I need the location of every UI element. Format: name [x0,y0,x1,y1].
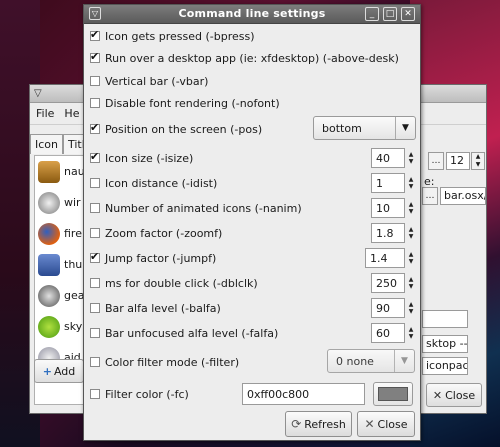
color-swatch [378,387,408,401]
more-button[interactable]: … [428,152,444,170]
option-filter[interactable]: Color filter mode (-filter) [90,351,239,373]
close-icon[interactable]: ✕ [401,7,415,21]
nautilus-icon [38,160,60,183]
text-field[interactable] [422,310,468,328]
option-nanim[interactable]: Number of animated icons (-nanim) [90,197,302,219]
plus-icon: + [42,364,52,378]
tab-icon[interactable]: Icon [30,134,63,154]
refresh-icon: ⟳ [291,417,302,431]
option-balfa[interactable]: Bar alfa level (-balfa) [90,297,221,319]
browse-button[interactable]: … [422,187,438,205]
option-bpress[interactable]: Icon gets pressed (-bpress) [90,25,255,47]
firefox-icon [38,222,60,245]
checkbox[interactable] [90,278,100,288]
close-icon: ✕ [432,388,443,402]
checkbox[interactable] [90,50,100,63]
maximize-icon[interactable]: □ [383,7,397,21]
stepper-arrows-icon[interactable]: ▲ ▼ [405,223,417,243]
checkbox[interactable] [90,121,100,134]
checkbox[interactable] [90,98,100,108]
stepper-arrows-icon[interactable]: ▲ ▼ [405,298,417,318]
checkbox[interactable] [90,328,100,338]
close-button[interactable]: ✕ Close [357,411,415,437]
chevron-down-icon: ▼ [394,350,414,372]
gear-icon [38,284,60,307]
option-isize[interactable]: Icon size (-isize) [90,147,193,169]
refresh-button[interactable]: ⟳ Refresh [285,411,352,437]
checkbox[interactable] [90,203,100,213]
option-dblclk[interactable]: ms for double click (-dblclk) [90,272,258,294]
stepper-arrows-icon[interactable]: ▲ ▼ [405,148,417,168]
checkbox[interactable] [90,303,100,313]
menu-file[interactable]: File [36,107,54,120]
checkbox[interactable] [90,28,100,41]
stepper-arrows-icon[interactable]: ▲ ▼ [405,198,417,218]
option-above-desk[interactable]: Run over a desktop app (ie: xfdesktop) (… [90,47,399,69]
balfa-spinner[interactable]: 90 ▲ ▼ [371,298,417,318]
option-pos[interactable]: Position on the screen (-pos) [90,118,262,140]
wireless-icon [38,191,60,214]
menu-help[interactable]: He [64,107,79,120]
path-field[interactable]: bar.osx/ [440,187,486,205]
option-fc[interactable]: Filter color (-fc) [90,383,189,405]
checkbox[interactable] [90,357,100,367]
command-line-settings-dialog: ▽ Command line settings _ □ ✕ Icon gets … [83,4,421,441]
stepper-arrows-icon[interactable]: ▲ ▼ [405,248,417,268]
option-falfa[interactable]: Bar unfocused alfa level (-falfa) [90,322,278,344]
option-jumpf[interactable]: Jump factor (-jumpf) [90,247,216,269]
option-zoomf[interactable]: Zoom factor (-zoomf) [90,222,222,244]
iconpack-field[interactable]: iconpac [422,357,468,375]
filter-color-button[interactable] [373,382,413,406]
background-tabs: Icon Titl [30,134,90,154]
zoomf-spinner[interactable]: 1.8 ▲ ▼ [371,223,417,243]
checkbox[interactable] [90,389,100,399]
minimize-icon[interactable]: _ [365,7,379,21]
checkbox[interactable] [90,150,100,163]
close-icon: ✕ [364,417,375,431]
option-vbar[interactable]: Vertical bar (-vbar) [90,70,208,92]
stepper-arrows-icon[interactable]: ▲ ▼ [405,323,417,343]
option-idist[interactable]: Icon distance (-idist) [90,172,217,194]
thunderbird-icon [38,253,60,276]
size-stepper[interactable]: ▲ ▼ [471,152,485,170]
skype-icon [38,315,60,338]
falfa-spinner[interactable]: 60 ▲ ▼ [371,323,417,343]
add-button[interactable]: + Add [34,359,84,383]
checkbox[interactable] [90,250,100,263]
dialog-titlebar: ▽ Command line settings _ □ ✕ [84,5,420,24]
filter-color-field[interactable]: 0xff00c800 [242,383,365,405]
option-nofont[interactable]: Disable font rendering (-nofont) [90,92,280,114]
checkbox[interactable] [90,228,100,238]
checkbox[interactable] [90,178,100,188]
chevron-down-icon: ▼ [395,117,415,139]
dblclk-spinner[interactable]: 250 ▲ ▼ [371,273,417,293]
background-close-button[interactable]: ✕ Close [426,383,482,407]
command-field[interactable]: sktop -- [422,335,468,353]
stepper-arrows-icon[interactable]: ▲ ▼ [405,273,417,293]
filter-mode-select[interactable]: 0 none ▼ [327,349,415,373]
size-field[interactable]: 12 [446,152,470,170]
isize-spinner[interactable]: 40 ▲ ▼ [371,148,417,168]
idist-spinner[interactable]: 1 ▲ ▼ [371,173,417,193]
window-menu-icon[interactable]: ▽ [34,88,42,99]
jumpf-spinner[interactable]: 1.4 ▲ ▼ [365,248,417,268]
nanim-spinner[interactable]: 10 ▲ ▼ [371,198,417,218]
position-select[interactable]: bottom ▼ [313,116,416,140]
stepper-arrows-icon[interactable]: ▲ ▼ [405,173,417,193]
checkbox[interactable] [90,76,100,86]
